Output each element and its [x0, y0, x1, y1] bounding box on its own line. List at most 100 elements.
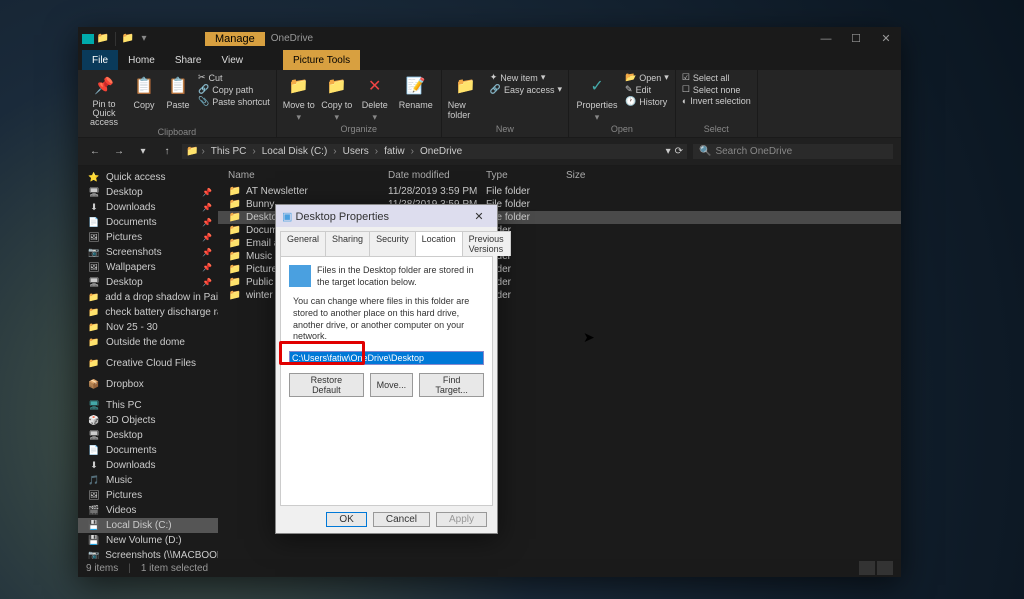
sidebar-item[interactable]: ⬇Downloads📌: [78, 200, 218, 215]
creative-cloud-item[interactable]: 📁Creative Cloud Files: [78, 356, 218, 371]
path-input[interactable]: C:\Users\fatiw\OneDrive\Desktop: [289, 351, 484, 365]
sidebar-item[interactable]: 📷Screenshots📌: [78, 245, 218, 260]
forward-button[interactable]: →: [110, 143, 128, 161]
sidebar-item[interactable]: 🎵Music: [78, 473, 218, 488]
folder-icon: 📁: [96, 32, 110, 46]
sidebar-item[interactable]: 🖥Desktop📌: [78, 185, 218, 200]
sidebar-item[interactable]: 📷Screenshots (\\MACBOOK ...: [78, 548, 218, 559]
scissors-icon: ✂: [198, 72, 206, 83]
sidebar-item[interactable]: 📁Outside the dome: [78, 335, 218, 350]
easy-access-button[interactable]: 🔗Easy access ▾: [490, 84, 562, 95]
this-pc-header[interactable]: 🖥This PC: [78, 398, 218, 413]
folder-qat-icon[interactable]: 📁: [121, 32, 135, 46]
breadcrumb[interactable]: 📁 › This PC› Local Disk (C:)› Users› fat…: [182, 144, 687, 159]
window-title: OneDrive: [271, 33, 313, 44]
tab-previous-versions[interactable]: Previous Versions: [462, 231, 511, 256]
menubar: File Home Share View Picture Tools: [78, 50, 901, 70]
sidebar-item[interactable]: 🖼Wallpapers📌: [78, 260, 218, 275]
menu-share[interactable]: Share: [165, 50, 212, 70]
history-dropdown[interactable]: ▾: [134, 143, 152, 161]
sidebar-item[interactable]: 📄Documents📌: [78, 215, 218, 230]
sidebar[interactable]: ⭐Quick access 🖥Desktop📌⬇Downloads📌📄Docum…: [78, 166, 218, 559]
sidebar-item[interactable]: 🖥Desktop: [78, 428, 218, 443]
tab-general[interactable]: General: [280, 231, 326, 256]
cut-button[interactable]: ✂Cut: [198, 72, 270, 83]
delete-button[interactable]: ✕Delete▾: [359, 72, 391, 123]
sidebar-item[interactable]: 🖥Desktop📌: [78, 275, 218, 290]
shortcut-icon: 📎: [198, 96, 209, 107]
dropbox-item[interactable]: 📦Dropbox: [78, 377, 218, 392]
close-button[interactable]: ✕: [871, 27, 901, 50]
restore-default-button[interactable]: Restore Default: [289, 373, 364, 397]
history-icon: 🕐: [625, 96, 636, 107]
desktop-properties-dialog: ▣ Desktop Properties ✕ General Sharing S…: [275, 204, 498, 534]
item-count: 9 items: [86, 563, 118, 574]
copy-path-button[interactable]: 🔗Copy path: [198, 84, 270, 95]
properties-button[interactable]: ✓Properties▾: [575, 72, 619, 123]
manage-tab[interactable]: Manage: [205, 32, 265, 46]
apply-button[interactable]: Apply: [436, 512, 487, 527]
titlebar[interactable]: 📁 📁 ▾ Manage OneDrive — ☐ ✕: [78, 27, 901, 50]
rename-button[interactable]: 📝Rename: [397, 72, 435, 110]
folder-large-icon: [289, 265, 311, 287]
menu-view[interactable]: View: [212, 50, 254, 70]
copy-button[interactable]: 📋Copy: [130, 72, 158, 110]
search-icon: 🔍: [699, 146, 711, 157]
history-button[interactable]: 🕐History: [625, 96, 669, 107]
menu-picture-tools[interactable]: Picture Tools: [283, 50, 360, 70]
cancel-button[interactable]: Cancel: [373, 512, 430, 527]
maximize-button[interactable]: ☐: [841, 27, 871, 50]
open-button[interactable]: 📂Open ▾: [625, 72, 669, 83]
sidebar-item[interactable]: 🖼Pictures: [78, 488, 218, 503]
quick-access-header[interactable]: ⭐Quick access: [78, 170, 218, 185]
column-headers[interactable]: Name Date modified Type Size: [218, 166, 901, 185]
pin-quick-access-button[interactable]: 📌Pin to Quick access: [84, 72, 124, 127]
select-all-button[interactable]: ☑Select all: [682, 72, 751, 83]
copy-to-button[interactable]: 📁Copy to▾: [321, 72, 353, 123]
statusbar: 9 items | 1 item selected: [78, 559, 901, 577]
dialog-titlebar[interactable]: ▣ Desktop Properties ✕: [276, 205, 497, 227]
paste-shortcut-button[interactable]: 📎Paste shortcut: [198, 96, 270, 107]
sidebar-item[interactable]: 🎬Videos: [78, 503, 218, 518]
ribbon: 📌Pin to Quick access 📋Copy 📋Paste ✂Cut 🔗…: [78, 70, 901, 138]
details-view-icon[interactable]: [859, 561, 875, 575]
refresh-icon[interactable]: ⟳: [675, 146, 683, 157]
dialog-close-button[interactable]: ✕: [467, 210, 491, 223]
new-folder-button[interactable]: 📁New folder: [448, 72, 484, 120]
find-target-button[interactable]: Find Target...: [419, 373, 484, 397]
sidebar-item[interactable]: 📁Nov 25 - 30: [78, 320, 218, 335]
sidebar-item[interactable]: 📄Documents: [78, 443, 218, 458]
chevron-down-icon[interactable]: ▾: [137, 32, 151, 46]
tab-location[interactable]: Location: [415, 231, 463, 256]
sidebar-item[interactable]: 🎲3D Objects: [78, 413, 218, 428]
sidebar-item[interactable]: 💾New Volume (D:): [78, 533, 218, 548]
sidebar-item[interactable]: ⬇Downloads: [78, 458, 218, 473]
up-button[interactable]: ↑: [158, 143, 176, 161]
menu-home[interactable]: Home: [118, 50, 165, 70]
sidebar-item[interactable]: 🖼Pictures📌: [78, 230, 218, 245]
dropdown-icon[interactable]: ▾: [666, 146, 671, 157]
sidebar-item[interactable]: 📁check battery discharge rat: [78, 305, 218, 320]
paste-button[interactable]: 📋Paste: [164, 72, 192, 110]
menu-file[interactable]: File: [82, 50, 118, 70]
edit-button[interactable]: ✎Edit: [625, 84, 669, 95]
invert-selection-button[interactable]: ◐Invert selection: [682, 96, 751, 106]
sidebar-item[interactable]: 📁add a drop shadow in Pain: [78, 290, 218, 305]
invert-icon: ◐: [682, 96, 687, 106]
file-row[interactable]: 📁AT Newsletter11/28/2019 3:59 PMFile fol…: [218, 185, 901, 198]
address-bar: ← → ▾ ↑ 📁 › This PC› Local Disk (C:)› Us…: [78, 138, 901, 166]
sparkle-icon: ✦: [490, 72, 498, 83]
large-icons-view-icon[interactable]: [877, 561, 893, 575]
ok-button[interactable]: OK: [326, 512, 366, 527]
select-none-button[interactable]: ☐Select none: [682, 84, 751, 95]
search-input[interactable]: 🔍 Search OneDrive: [693, 144, 893, 159]
new-item-button[interactable]: ✦New item ▾: [490, 72, 562, 83]
ribbon-select: ☑Select all ☐Select none ◐Invert selecti…: [676, 70, 758, 137]
tab-security[interactable]: Security: [369, 231, 416, 256]
minimize-button[interactable]: —: [811, 27, 841, 50]
sidebar-item[interactable]: 💾Local Disk (C:): [78, 518, 218, 533]
tab-sharing[interactable]: Sharing: [325, 231, 370, 256]
move-button[interactable]: Move...: [370, 373, 414, 397]
move-to-button[interactable]: 📁Move to▾: [283, 72, 315, 123]
back-button[interactable]: ←: [86, 143, 104, 161]
